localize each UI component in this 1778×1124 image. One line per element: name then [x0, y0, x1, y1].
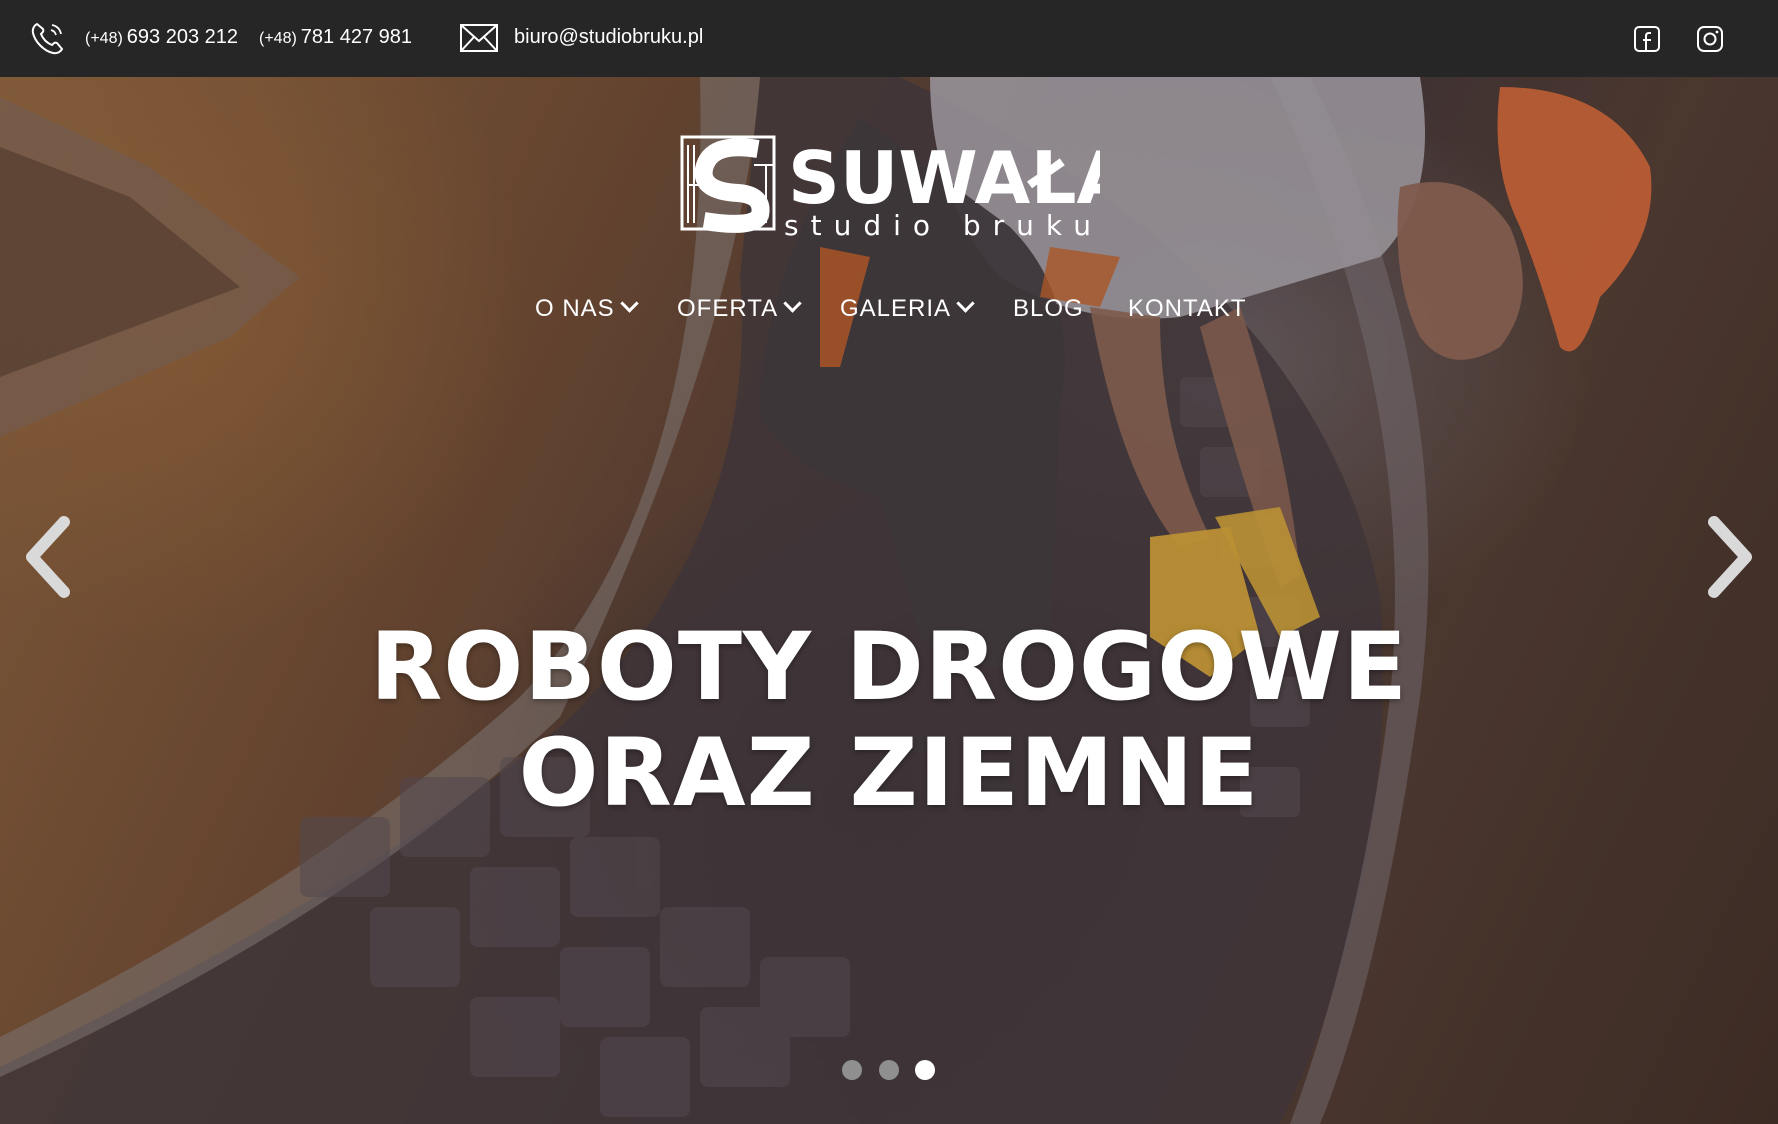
slide-dot-2[interactable] [879, 1060, 899, 1080]
email-link[interactable]: biuro@studiobruku.pl [514, 26, 703, 49]
phone-number-1[interactable]: (+48) 693 203 212 [85, 26, 238, 49]
chevron-down-icon [956, 294, 975, 313]
logo-title: SUWAŁA [788, 136, 1100, 220]
instagram-icon[interactable] [1695, 24, 1725, 54]
main-nav: O NAS OFERTA GALERIA BLOG KONTAKT [0, 294, 1778, 335]
prev-slide-arrow-icon[interactable] [16, 512, 76, 602]
nav-item-galeria[interactable]: GALERIA [840, 294, 975, 323]
logo-mark-icon [680, 135, 776, 233]
phone-icon [31, 22, 64, 55]
headline-line-1: ROBOTY DROGOWE [369, 613, 1409, 722]
nav-item-oferta[interactable]: OFERTA [677, 294, 802, 323]
chevron-down-icon [783, 294, 802, 313]
nav-item-kontakt[interactable]: KONTAKT [1128, 295, 1247, 323]
slide-dot-1[interactable] [842, 1060, 862, 1080]
phone-number-2[interactable]: (+48) 781 427 981 [259, 26, 412, 49]
facebook-icon[interactable] [1632, 24, 1662, 54]
chevron-down-icon [619, 294, 639, 313]
top-bar: (+48) 693 203 212 (+48) 781 427 981 biuro@… [0, 0, 1778, 77]
hero-slider: SUWAŁA studio bruku O NAS OFERTA GALERIA… [0, 77, 1778, 1124]
brand-logo[interactable]: SUWAŁA studio bruku [680, 135, 1100, 245]
logo-tagline: studio bruku [784, 209, 1100, 242]
headline-line-2: ORAZ ZIEMNE [518, 719, 1260, 828]
hero-headline: ROBOTY DROGOWE ORAZ ZIEMNE [0, 615, 1778, 827]
slide-dot-3[interactable] [915, 1060, 935, 1080]
nav-item-o-nas[interactable]: O NAS [535, 294, 639, 323]
nav-item-blog[interactable]: BLOG [1013, 295, 1084, 323]
next-slide-arrow-icon[interactable] [1702, 512, 1762, 602]
slider-pagination [842, 1060, 942, 1080]
mail-icon [460, 24, 498, 52]
